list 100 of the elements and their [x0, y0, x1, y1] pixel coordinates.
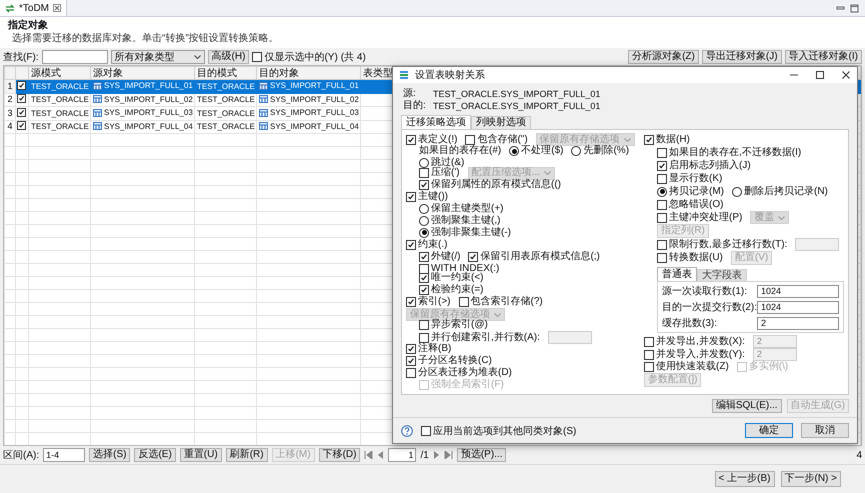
checkbox[interactable]: 注释(B) [406, 343, 452, 356]
checkbox[interactable]: 约束(.) [406, 238, 448, 251]
checkbox[interactable]: 主键()) [406, 190, 448, 203]
field-label: 源一次读取行数(1): [662, 284, 748, 298]
next-page-icon[interactable] [432, 451, 440, 459]
wizard-button[interactable]: 下一步(N) > [780, 471, 841, 487]
radio-button[interactable]: 不处理($) [509, 145, 564, 157]
checkbox[interactable]: 并发导入,并发数(Y): [644, 348, 745, 360]
checkbox[interactable]: 包含存储(") [465, 134, 528, 146]
checkbox[interactable]: 保留列属性的原有模式信息(() [419, 178, 561, 191]
maximize-icon[interactable] [815, 71, 825, 79]
tab[interactable]: 普通表 [657, 267, 697, 281]
table-icon [259, 122, 268, 130]
input-field[interactable]: 1024 [757, 284, 839, 298]
toolbar-button[interactable]: 刷新(R) [226, 448, 268, 462]
close-icon[interactable] [841, 71, 851, 79]
checkbox[interactable]: 使用快速装载(Z) [644, 361, 729, 373]
checkbox[interactable]: 保留引用表原有模式信息(;) [468, 250, 600, 263]
column-header[interactable]: 目的对象 [256, 66, 360, 80]
option-label: 如果目的表存在(#) [419, 145, 502, 156]
previous-page-icon[interactable] [377, 451, 384, 459]
row-number: 1 [4, 80, 16, 93]
field-label: 目的一次提交行数(2): [662, 300, 754, 314]
help-icon[interactable] [401, 424, 413, 436]
close-icon[interactable] [53, 4, 62, 12]
target-label: 目的: [403, 100, 427, 112]
row-checkbox[interactable] [17, 108, 26, 117]
checkbox[interactable]: 分区表迁移为堆表(D) [406, 367, 512, 380]
table-icon [259, 108, 268, 116]
checkbox[interactable]: 子分区名转换(C) [406, 355, 492, 368]
page-field[interactable]: 1 [388, 448, 416, 462]
search-field[interactable] [42, 50, 108, 64]
preselect-button[interactable]: 预选(P)... [456, 448, 506, 462]
target-value: TEST_ORACLE.SYS_IMPORT_FULL_01 [433, 100, 600, 112]
toolbar-button[interactable]: 分析源对象(Z) [628, 50, 699, 64]
checkbox[interactable]: 并行创建索引,并行数(A): [419, 332, 540, 344]
checkbox[interactable]: 显示行数(K) [657, 172, 722, 184]
checkbox[interactable]: 启用标志列插入(J) [657, 160, 751, 172]
table-cell: TEST_ORACLE [28, 106, 90, 120]
checkmark-icon [658, 162, 666, 170]
checkbox[interactable]: 表定义(!) [406, 134, 458, 146]
table-cell: SYS_IMPORT_FULL_04 [270, 120, 359, 132]
checkbox[interactable]: 包含索引存储(?) [458, 296, 543, 308]
toolbar-button[interactable]: 下移(D) [318, 448, 360, 462]
column-header[interactable]: 源对象 [90, 66, 194, 80]
advanced-button[interactable]: 高级(H) [208, 50, 250, 64]
radio-button[interactable]: 先删除(%) [571, 145, 630, 157]
input-field[interactable]: 2 [757, 316, 839, 330]
minimize-icon[interactable] [836, 4, 845, 12]
checkmark-icon [407, 136, 415, 144]
first-page-icon[interactable] [364, 451, 374, 459]
dialog-button[interactable]: 确定 [745, 423, 793, 438]
radio-button[interactable]: 删除后拷贝记录(N) [732, 186, 828, 198]
action-button[interactable]: 编辑SQL(E)... [712, 399, 782, 413]
checkbox[interactable]: 索引(>) [406, 296, 450, 308]
toolbar-button[interactable]: 导出迁移对象(J) [702, 50, 782, 64]
checkbox[interactable]: 忽略错误(O) [657, 198, 724, 210]
checkbox[interactable]: 主键冲突处理(P) [657, 212, 742, 224]
type-dropdown[interactable]: 所有对象类型 [110, 50, 205, 64]
checkbox[interactable]: 异步索引(@) [419, 319, 488, 332]
last-page-icon[interactable] [444, 451, 453, 459]
radio-button[interactable]: 强制非聚集主键(-) [419, 226, 511, 239]
toolbar-button[interactable]: 导入迁移对象(I) [784, 50, 862, 64]
tab[interactable]: 列映射选项 [471, 116, 531, 129]
table-cell: TEST_ORACLE [194, 120, 256, 134]
checkbox[interactable]: 并发导出,并发数(X): [644, 336, 745, 348]
row-checkbox[interactable] [17, 80, 26, 90]
checkbox[interactable]: 仅显示选中的(Y) [252, 50, 338, 64]
tab[interactable]: 迁移策略选项 [401, 115, 471, 129]
column-header[interactable]: 目的模式 [194, 66, 256, 80]
checkbox[interactable]: 限制行数,最多迁移行数(T): [657, 238, 788, 250]
wizard-button[interactable]: < 上一步(B) [714, 471, 774, 487]
range-field[interactable]: 1-4 [43, 448, 86, 462]
caret-icon [778, 216, 786, 220]
row-checkbox[interactable] [17, 94, 26, 104]
toolbar-button[interactable]: 重置(U) [180, 448, 222, 462]
row-number: 2 [4, 93, 16, 106]
radio-button[interactable]: 强制聚集主键(,) [419, 214, 500, 227]
checkbox[interactable]: 应用当前选项到其他同类对象(S) [421, 424, 576, 438]
toolbar-button[interactable]: 选择(S) [89, 448, 130, 462]
toolbar-button[interactable]: 反选(E) [134, 448, 176, 462]
checkbox[interactable]: 唯一约束(<) [419, 272, 484, 284]
table-cell: SYS_IMPORT_FULL_01 [104, 80, 193, 91]
tab[interactable]: 大字段表 [697, 269, 747, 281]
dialog-button[interactable]: 取消 [801, 423, 849, 438]
radio-button[interactable]: 保留主键类型(+) [419, 202, 504, 215]
checkbox[interactable]: 数据(H) [644, 134, 690, 146]
editor-tab[interactable]: *ToDM [0, 0, 68, 16]
input-field[interactable]: 1024 [757, 300, 839, 314]
checkbox[interactable]: 外键(/) [419, 250, 460, 263]
row-checkbox[interactable] [17, 121, 26, 130]
checkbox[interactable]: 检验约束(=) [419, 284, 484, 296]
checkbox[interactable]: 转换数据(U) [657, 252, 723, 264]
table-cell: SYS_IMPORT_FULL_02 [270, 94, 359, 104]
source-value: TEST_ORACLE.SYS_IMPORT_FULL_01 [433, 88, 600, 100]
column-header[interactable]: 源模式 [28, 66, 90, 80]
radio-button[interactable]: 拷贝记录(M) [657, 186, 724, 198]
table-icon [93, 122, 102, 130]
checkbox[interactable]: 压缩(') [419, 167, 460, 180]
object-count: (共 4) [340, 50, 366, 64]
